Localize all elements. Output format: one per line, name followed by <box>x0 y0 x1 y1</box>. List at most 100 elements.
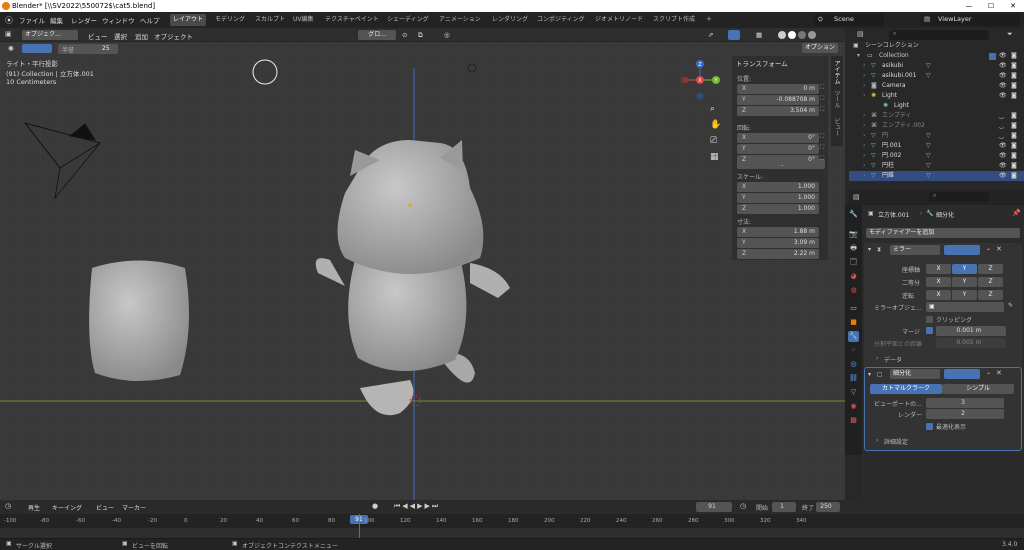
physics-tab-icon[interactable]: ◎ <box>848 359 859 370</box>
tool-tab-icon[interactable]: 🔧 <box>848 209 859 220</box>
tab-rendering[interactable]: レンダリング <box>489 14 531 26</box>
levels-viewport-field[interactable]: 3 <box>926 398 1004 408</box>
outliner-scene-collection[interactable]: ▣ シーンコレクション <box>849 41 1024 51</box>
menu-file[interactable]: ファイル <box>19 15 45 25</box>
mirror-axis-y-button[interactable]: Y <box>952 290 977 300</box>
show-gizmo-icon[interactable]: ⇗ <box>708 31 713 39</box>
outliner-item[interactable]: › ▽ asikubi ▽ 👁 ◙ <box>849 61 1024 71</box>
merge-checkbox[interactable] <box>926 327 933 334</box>
camera-view-icon[interactable]: ⎚ <box>710 136 717 146</box>
expand-arrow-icon[interactable]: › <box>863 161 865 171</box>
rotation-z-field[interactable]: 0° <box>737 155 819 165</box>
mirror-axis-z-button[interactable]: Z <box>978 264 1003 274</box>
material-preview-icon[interactable] <box>798 31 806 39</box>
menu-select[interactable]: 選択 <box>114 31 127 41</box>
expand-arrow-icon[interactable]: › <box>863 151 865 161</box>
zoom-icon[interactable]: ⌕ <box>710 104 715 114</box>
tab-scripting[interactable]: スクリプト作成 <box>650 14 698 26</box>
ortho-grid-icon[interactable]: ▦ <box>710 152 719 162</box>
outliner-search-input[interactable] <box>889 30 989 40</box>
world-tab-icon[interactable]: ◍ <box>848 285 859 296</box>
tab-item[interactable]: アイテム <box>832 60 841 84</box>
current-frame-field[interactable]: 91 <box>696 502 732 512</box>
camera-render-icon[interactable]: ◙ <box>1011 161 1017 171</box>
camera-render-icon[interactable]: ◙ <box>1011 151 1017 161</box>
scene-tab-icon[interactable]: ◕ <box>848 271 859 282</box>
marker-menu[interactable]: マーカー <box>122 503 146 512</box>
scale-x-field[interactable]: 1.000 <box>737 182 819 192</box>
mirror-axis-y-button[interactable]: Y <box>952 264 977 274</box>
collapse-icon[interactable]: ▾ <box>857 51 860 61</box>
expand-arrow-icon[interactable]: › <box>863 61 865 71</box>
optimal-display-checkbox[interactable] <box>926 423 933 430</box>
render-tab-icon[interactable]: 📷 <box>848 229 859 240</box>
camera-render-icon[interactable]: ◙ <box>1011 141 1017 151</box>
tab-modeling[interactable]: モデリング <box>212 14 248 26</box>
rotation-y-field[interactable]: 0° <box>737 144 819 154</box>
scale-z-field[interactable]: 1.000 <box>737 204 819 214</box>
outliner-item[interactable]: › ▽ 円柱 ▽ 👁 ◙ <box>849 161 1024 171</box>
eye-icon[interactable]: 👁 <box>999 51 1007 61</box>
menu-window[interactable]: ウィンドウ <box>102 15 135 25</box>
timeline-view-menu[interactable]: ビュー <box>96 503 114 512</box>
outliner-item[interactable]: › ⌘ エンプティ ‿ ◙ <box>849 111 1024 121</box>
transform-panel-title[interactable]: トランスフォーム <box>736 58 788 68</box>
xray-icon[interactable]: ▦ <box>756 31 762 39</box>
eye-icon[interactable]: 👁 <box>999 91 1007 101</box>
eyedropper-icon[interactable]: ✎ <box>1008 302 1013 309</box>
expand-arrow-icon[interactable]: › <box>863 91 865 101</box>
mirror-axis-x-button[interactable]: X <box>926 290 951 300</box>
location-x-field[interactable]: 0 m <box>737 84 819 94</box>
mirror-axis-x-button[interactable]: X <box>926 264 951 274</box>
tab-texture-paint[interactable]: テクスチャペイント <box>322 14 382 26</box>
lock-icon[interactable]: ⛶ <box>820 106 824 114</box>
tab-animation[interactable]: アニメーション <box>436 14 484 26</box>
data-subpanel-arrow[interactable]: › <box>876 355 878 362</box>
constraints-tab-icon[interactable]: ⛓ <box>848 373 859 384</box>
menu-edit[interactable]: 編集 <box>50 15 63 25</box>
lock-icon[interactable]: ⛶ <box>820 95 824 103</box>
mirror-axis-z-button[interactable]: Z <box>978 277 1003 287</box>
filter-icon[interactable]: ⏷ <box>1007 30 1013 39</box>
object-tab-icon[interactable]: ■ <box>848 317 859 328</box>
eye-icon[interactable]: ‿ <box>999 121 1004 131</box>
menu-help[interactable]: ヘルプ <box>140 15 160 25</box>
camera-render-icon[interactable]: ◙ <box>1011 131 1017 141</box>
add-workspace-icon[interactable]: + <box>706 15 712 23</box>
outliner-item[interactable]: › ▽ 円.002 ▽ 👁 ◙ <box>849 151 1024 161</box>
add-modifier-button[interactable]: モディファイアーを追加 <box>866 228 1020 238</box>
outliner-item[interactable]: ✺ Light <box>849 101 1024 111</box>
minimize-button[interactable]: — <box>958 0 980 12</box>
outliner-collection[interactable]: ▾ ▭ Collection 👁 ◙ <box>849 51 1024 61</box>
eye-icon[interactable]: 👁 <box>999 151 1007 161</box>
expand-arrow-icon[interactable]: › <box>863 141 865 151</box>
outliner-item[interactable]: › ▽ asikubi.001 ▽ 👁 ◙ <box>849 71 1024 81</box>
3d-viewport[interactable]: X Y Z ▣ オブジェク... ビュー 選択 追加 オブジェクト グロ... … <box>0 28 845 500</box>
outliner-item[interactable]: › ⌘ エンプティ.002 ‿ ◙ <box>849 121 1024 131</box>
pin-icon[interactable]: 📌 <box>1012 209 1021 217</box>
transform-orientation-dropdown[interactable]: グロ... <box>358 30 396 40</box>
select-mode-buttons[interactable] <box>22 44 52 53</box>
output-tab-icon[interactable]: 🖶 <box>848 243 859 254</box>
close-button[interactable]: ✕ <box>1002 0 1024 12</box>
expand-arrow-icon[interactable]: › <box>863 111 865 121</box>
camera-render-icon[interactable]: ◙ <box>1011 51 1017 61</box>
outliner-item[interactable]: › ▽ 円錐 ▽ 👁 ◙ <box>849 171 1024 181</box>
lock-icon[interactable]: ⛶ <box>820 84 824 92</box>
eye-icon[interactable]: 👁 <box>999 81 1007 91</box>
outliner[interactable]: ▤ ⌕ ⏷ ▣ シーンコレクション ▾ ▭ Collection 👁 ◙ › ▽ a… <box>849 28 1024 190</box>
pivot-icon[interactable]: ⊙ <box>402 31 407 39</box>
lock-icon[interactable]: ⛶ <box>820 155 824 163</box>
subsurf-display-toggles[interactable] <box>944 369 980 379</box>
menu-object[interactable]: オブジェクト <box>154 31 193 41</box>
keying-menu[interactable]: キーイング <box>52 503 82 512</box>
dimensions-y-field[interactable]: 3.09 m <box>737 238 819 248</box>
properties-editor-icon[interactable]: ▤ <box>853 193 860 201</box>
particles-tab-icon[interactable]: ⁘ <box>848 345 859 356</box>
mirror-delete-icon[interactable]: ✕ <box>996 245 1002 253</box>
expand-arrow-icon[interactable]: › <box>863 81 865 91</box>
menu-render[interactable]: レンダー <box>71 15 97 25</box>
rendered-shading-icon[interactable] <box>808 31 816 39</box>
outliner-item[interactable]: › ▽ 円 ▽ ‿ ◙ <box>849 131 1024 141</box>
timeline-track[interactable] <box>0 528 1024 538</box>
